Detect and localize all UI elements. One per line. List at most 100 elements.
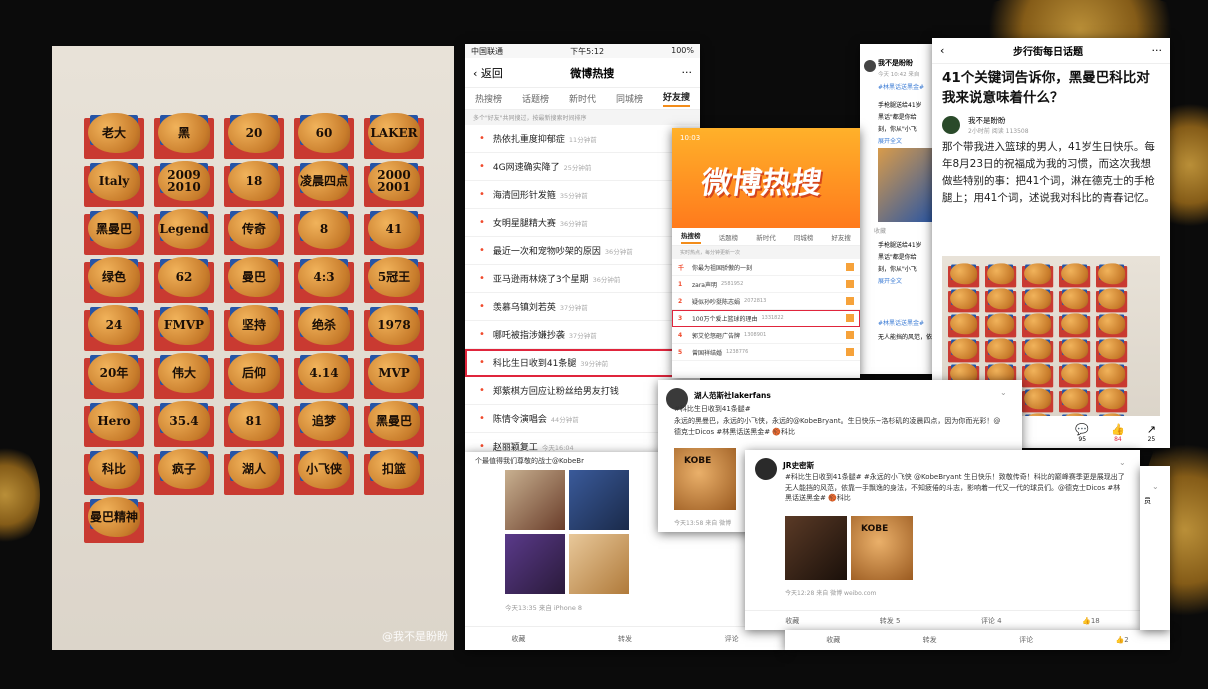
drumstick-tray [948, 313, 980, 338]
banner-hot-item[interactable]: 3 100万个爱上篮球的理由 1331822 [672, 310, 860, 327]
post-tags[interactable]: #林黑话送黑金# [878, 82, 924, 91]
drumstick-tray [1096, 363, 1128, 388]
hot-search-time: 25分钟前 [563, 163, 592, 172]
drumstick-label: 黑曼巴 [368, 401, 420, 441]
banner-hot-item[interactable]: 5 曾国祥结婚 1238776 [672, 344, 860, 361]
save-button[interactable]: 收藏 [785, 616, 799, 626]
save-button[interactable]: 收藏 [511, 634, 525, 644]
tab-local[interactable]: 同城榜 [616, 92, 643, 105]
tab-local[interactable]: 同城榜 [794, 232, 814, 242]
banner-hot-item[interactable]: 千你最为祖国骄傲的一刻 [672, 259, 860, 276]
badge-icon [846, 263, 854, 271]
banner-hot-item[interactable]: 4 郭艾伦怒砸广告牌 1308901 [672, 327, 860, 344]
battery-label: 100% [671, 46, 694, 55]
back-button[interactable]: ‹ [940, 44, 944, 57]
drumstick-tray: Legend [154, 209, 214, 255]
tab-hot[interactable]: 热搜榜 [681, 230, 701, 244]
hot-search-item[interactable]: • 热依扎重度抑郁症 11分钟前 [465, 125, 700, 153]
drumstick-label: FMVP [158, 305, 210, 345]
drumstick-label [1024, 388, 1052, 410]
banner-hot-text: 郭艾伦怒砸广告牌 [692, 332, 741, 340]
tab-new-era[interactable]: 新时代 [756, 232, 776, 242]
post-text: 刻，你从"小飞 [878, 126, 917, 133]
tab-friends[interactable]: 好友搜 [831, 232, 851, 242]
drumstick-tray: 20年 [84, 353, 144, 399]
tab-hot[interactable]: 热搜榜 [475, 92, 502, 105]
comment-button[interactable]: 评论 [1019, 635, 1033, 645]
repost-button[interactable]: 转发 [618, 634, 632, 644]
hot-search-item[interactable]: • 最近一次和宠物吵架的原因 36分钟前 [465, 237, 700, 265]
drumstick-tray [1096, 338, 1128, 363]
tab-topics[interactable]: 话题榜 [719, 232, 739, 242]
hot-search-item[interactable]: • 女明星腿精大赛 36分钟前 [465, 209, 700, 237]
comment-button[interactable]: 评论 4 [981, 616, 1002, 626]
hot-search-item[interactable]: • 海清回形针发箍 35分钟前 [465, 181, 700, 209]
hot-search-time: 今天16:04 [541, 443, 574, 452]
comment-button[interactable]: 评论 [725, 634, 739, 644]
badge-icon [846, 348, 854, 356]
drumstick-tray [948, 338, 980, 363]
kobe-photo [505, 470, 565, 530]
drumstick-label: 81 [228, 401, 280, 441]
back-button[interactable]: ‹ 返回 [473, 65, 503, 81]
save-button[interactable]: 收藏 [826, 635, 840, 645]
hot-search-item[interactable]: • 哪吒被指涉嫌抄袭 37分钟前 [465, 321, 700, 349]
drumstick-label: 绿色 [88, 257, 140, 297]
comment-button[interactable]: 💬 95 [1075, 423, 1089, 443]
rank-label: 3 [678, 314, 683, 322]
drumstick-label: 62 [158, 257, 210, 297]
drumstick-tray [948, 263, 980, 288]
drumstick-tray: Italy [84, 161, 144, 207]
chevron-down-icon[interactable]: ⌄ [1119, 458, 1126, 467]
drumstick-label [950, 313, 978, 335]
like-button[interactable]: 👍2 [1116, 636, 1129, 644]
drumstick-tray [1096, 263, 1128, 288]
drumstick-label: 18 [228, 161, 280, 201]
drumstick-label: Hero [88, 401, 140, 441]
post-tag[interactable]: #科比生日收到41条腿# [674, 404, 1004, 415]
drumstick-tray: 41 [364, 209, 424, 255]
share-button[interactable]: ↗ 25 [1147, 423, 1156, 443]
drumstick-tray [985, 338, 1017, 363]
drumstick-label: Italy [88, 161, 140, 201]
banner-hot-item[interactable]: 2 疑似孙吵挺陈志娟 2072813 [672, 293, 860, 310]
drumstick-label: 老大 [88, 113, 140, 153]
save-button[interactable]: 收藏 [874, 226, 886, 235]
author-post: 我不是盼盼 今天 10:42 来自 #林黑话送黑金# 手枪腿送给41岁 黑话"都… [860, 44, 942, 374]
drumstick-tray: 坚持 [224, 305, 284, 351]
hot-search-item[interactable]: • 科比生日收到41条腿 39分钟前 [465, 349, 700, 377]
post-tags[interactable]: #林黑话送黑金# [878, 318, 924, 327]
tab-friends[interactable]: 好友搜 [662, 90, 690, 107]
post-author: 我不是盼盼 [878, 59, 913, 67]
drumstick-label [1024, 288, 1052, 310]
expand-link[interactable]: 展开全文 [878, 276, 902, 285]
rank-label: 1 [678, 280, 683, 288]
tab-new-era[interactable]: 新时代 [569, 92, 596, 105]
chevron-down-icon[interactable]: ⌄ [1000, 388, 1007, 397]
repost-button[interactable]: 转发 5 [880, 616, 901, 626]
banner-hot-text: 你最为祖国骄傲的一刻 [692, 264, 753, 272]
chevron-down-icon[interactable]: ⌄ [1152, 482, 1159, 491]
drumstick-label: 黑 [158, 113, 210, 153]
banner-hot-item[interactable]: 1 zara声明 2581952 [672, 276, 860, 293]
hot-search-item[interactable]: • 亚马逊雨林烧了3个星期 36分钟前 [465, 265, 700, 293]
drumstick-label [1024, 363, 1052, 385]
weibo-hot-banner-screen: 10:03 微博热搜 热搜榜 话题榜 新时代 同城榜 好友搜 实时热点，每分钟更… [672, 128, 860, 378]
cut-text: 员 [1144, 497, 1151, 505]
drumstick-tray: 18 [224, 161, 284, 207]
hot-search-item[interactable]: • 4G网速确实降了 25分钟前 [465, 153, 700, 181]
hot-search-item[interactable]: • 羡慕乌镇刘若英 37分钟前 [465, 293, 700, 321]
tab-topics[interactable]: 话题榜 [522, 92, 549, 105]
rank-label: 4 [678, 331, 683, 339]
more-button[interactable]: ··· [682, 66, 693, 79]
expand-link[interactable]: 展开全文 [878, 136, 902, 145]
repost-button[interactable]: 转发 [923, 635, 937, 645]
post-meta: 今天13:58 来自 微博 [674, 520, 732, 527]
like-button[interactable]: 👍 84 [1111, 423, 1125, 443]
like-button[interactable]: 👍18 [1082, 617, 1100, 625]
drumstick-label [1061, 263, 1089, 285]
drumstick-tray: 20 [224, 113, 284, 159]
more-button[interactable]: ··· [1152, 44, 1163, 57]
drumstick-tray: 2009 2010 [154, 161, 214, 207]
page-title: 微博热搜 [570, 66, 615, 80]
